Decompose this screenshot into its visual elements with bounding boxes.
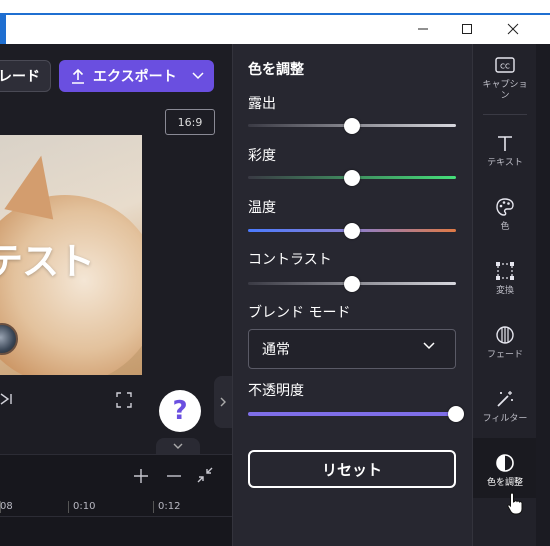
aspect-ratio-label: 16:9 <box>177 115 203 129</box>
rail-item-fade[interactable]: フェード <box>473 322 537 361</box>
upload-icon <box>72 68 84 84</box>
temperature-slider-thumb[interactable] <box>344 223 360 239</box>
adjust-color-panel: 色を調整 露出 彩度 温度 コントラスト ブレンド モード 通常 不透明度 リセ… <box>232 44 472 546</box>
blend-mode-value: 通常 <box>262 342 290 358</box>
blend-mode-label: ブレンド モード <box>248 305 351 321</box>
reset-button[interactable]: リセット <box>248 450 456 488</box>
maximize-icon <box>462 24 472 34</box>
contrast-label: コントラスト <box>248 252 332 268</box>
adjust-color-icon <box>492 450 518 476</box>
chevron-down-icon <box>423 342 435 350</box>
fade-icon <box>492 322 518 348</box>
chevron-right-icon <box>220 397 226 407</box>
preview-caption-text[interactable]: テスト <box>0 231 95 285</box>
rail-item-label: フィルター <box>482 414 528 424</box>
saturation-label: 彩度 <box>248 148 276 164</box>
rail-item-captions[interactable]: CC キャプション <box>473 52 537 102</box>
window-titlebar <box>0 0 550 44</box>
window-border-accent <box>0 13 6 44</box>
minus-icon <box>167 475 181 477</box>
contrast-slider-thumb[interactable] <box>344 276 360 292</box>
close-button[interactable] <box>490 16 536 42</box>
help-button[interactable]: ? <box>159 390 201 432</box>
rail-item-label: キャプション <box>482 80 528 101</box>
rail-item-label: 色を調整 <box>486 478 523 488</box>
saturation-slider-thumb[interactable] <box>344 170 360 186</box>
fullscreen-icon <box>116 392 132 408</box>
chevron-down-icon <box>192 72 204 80</box>
captions-icon: CC <box>492 52 518 78</box>
rail-item-label: 色 <box>500 222 510 232</box>
preview-image-fur <box>0 195 142 375</box>
rail-item-text[interactable]: テキスト <box>473 130 537 169</box>
upgrade-button-label: レード <box>0 69 40 85</box>
temperature-label: 温度 <box>248 200 276 216</box>
tick-label: 08 <box>0 501 13 512</box>
svg-text:CC: CC <box>500 63 510 71</box>
mouse-cursor-icon <box>506 492 524 520</box>
expand-timeline-tab[interactable] <box>156 438 200 454</box>
help-icon: ? <box>172 396 188 426</box>
upgrade-button[interactable]: レード <box>0 60 51 92</box>
opacity-label: 不透明度 <box>248 383 304 399</box>
exposure-slider-thumb[interactable] <box>344 118 360 134</box>
plus-icon <box>134 469 148 483</box>
reset-button-label: リセット <box>321 460 382 479</box>
opacity-slider-track[interactable] <box>248 412 456 416</box>
zoom-out-button[interactable] <box>166 465 182 489</box>
transform-icon <box>492 258 518 284</box>
timeline: 08 0:10 0:12 <box>0 454 232 546</box>
rail-item-transform[interactable]: 変換 <box>473 258 537 297</box>
maximize-button[interactable] <box>444 16 490 42</box>
rail-item-color[interactable]: 色 <box>473 194 537 233</box>
exposure-label: 露出 <box>248 96 276 112</box>
collapse-panel-tab[interactable] <box>214 376 232 428</box>
rail-item-adjust-color[interactable]: 色を調整 <box>473 450 537 489</box>
skip-forward-button[interactable] <box>0 392 14 410</box>
export-button-label: エクスポート <box>93 69 177 85</box>
tick-line <box>153 501 154 513</box>
property-rail: CC キャプション テキスト 色 変換 フェード フィルター 色を調整 <box>472 44 537 546</box>
tick-line <box>68 501 69 513</box>
rail-divider <box>483 114 527 115</box>
video-preview[interactable]: テスト <box>0 135 142 375</box>
rail-item-label: テキスト <box>487 158 523 168</box>
collapse-arrows-icon <box>197 467 213 483</box>
blend-mode-select[interactable]: 通常 <box>248 329 456 369</box>
panel-title: 色を調整 <box>248 62 304 78</box>
rail-item-label: フェード <box>486 350 523 360</box>
magic-wand-icon <box>492 386 518 412</box>
window-border-accent-top <box>6 13 550 15</box>
text-icon <box>492 130 518 156</box>
palette-icon <box>492 194 518 220</box>
export-button[interactable]: エクスポート <box>59 60 214 92</box>
tick-label: 0:10 <box>73 501 96 512</box>
skip-forward-icon <box>0 393 12 405</box>
fit-timeline-button[interactable] <box>197 467 213 487</box>
minimize-icon <box>418 28 428 30</box>
minimize-button[interactable] <box>400 16 446 42</box>
chevron-down-icon <box>173 443 183 449</box>
rail-item-label: 変換 <box>495 286 514 296</box>
timeline-ruler[interactable]: 08 0:10 0:12 <box>0 495 232 517</box>
window-edge <box>536 44 550 546</box>
tick-label: 0:12 <box>158 501 181 512</box>
opacity-slider-thumb[interactable] <box>448 406 464 422</box>
rail-item-filter[interactable]: フィルター <box>473 386 537 425</box>
aspect-ratio-button[interactable]: 16:9 <box>165 109 215 135</box>
fullscreen-button[interactable] <box>116 392 132 408</box>
close-icon <box>507 23 519 35</box>
zoom-in-button[interactable] <box>133 465 149 489</box>
editor-area: レード エクスポート 16:9 テスト ? 08 0:10 0:12 <box>0 44 232 546</box>
